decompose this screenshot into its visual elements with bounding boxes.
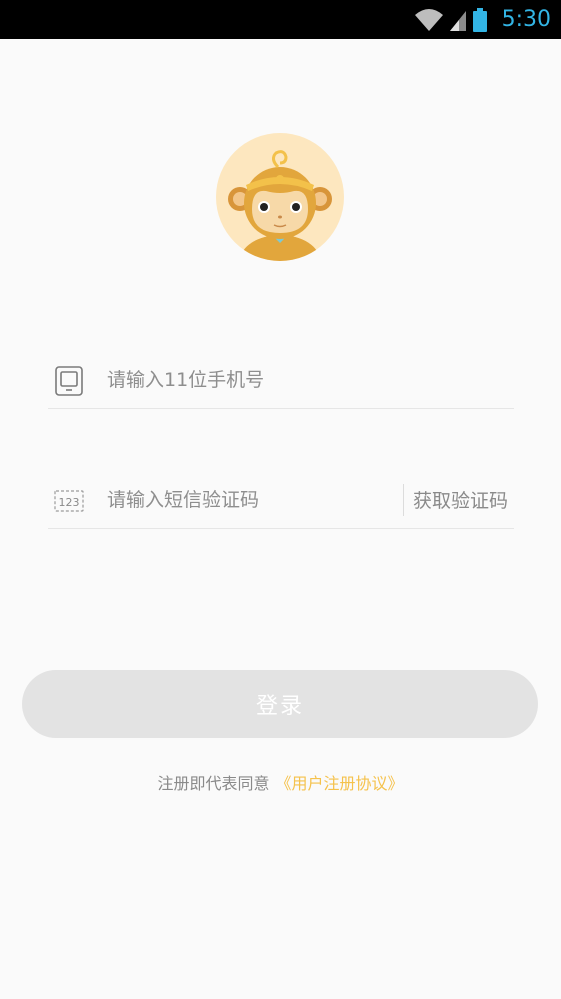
battery-icon: [472, 8, 487, 32]
wifi-icon: [414, 9, 443, 31]
phone-icon: [55, 366, 83, 396]
sms-code-icon: 123: [54, 490, 84, 512]
phone-input[interactable]: [107, 362, 397, 398]
code-field-row: 123 获取验证码: [48, 472, 514, 529]
status-bar: 5:30: [0, 0, 561, 39]
login-button[interactable]: 登录: [22, 670, 538, 738]
sms-code-input[interactable]: [107, 482, 397, 518]
signal-icon: [449, 11, 466, 31]
get-code-button[interactable]: 获取验证码: [413, 486, 508, 513]
login-screen: 5:30 请输入11位手机号 123 请输入短信验证码 获取验证码 登录 注册即…: [0, 0, 561, 999]
status-icons: 5:30: [414, 4, 551, 36]
avatar[interactable]: [216, 133, 344, 261]
svg-text:123: 123: [59, 496, 80, 509]
user-agreement-link[interactable]: 《用户注册协议》: [276, 774, 404, 793]
agreement-text: 注册即代表同意: [157, 774, 270, 793]
monkey-avatar-icon: [228, 150, 332, 261]
status-time: 5:30: [501, 7, 551, 32]
phone-field-row: [48, 352, 514, 409]
code-divider: [403, 484, 404, 516]
agreement-line: 注册即代表同意 《用户注册协议》: [0, 770, 561, 794]
